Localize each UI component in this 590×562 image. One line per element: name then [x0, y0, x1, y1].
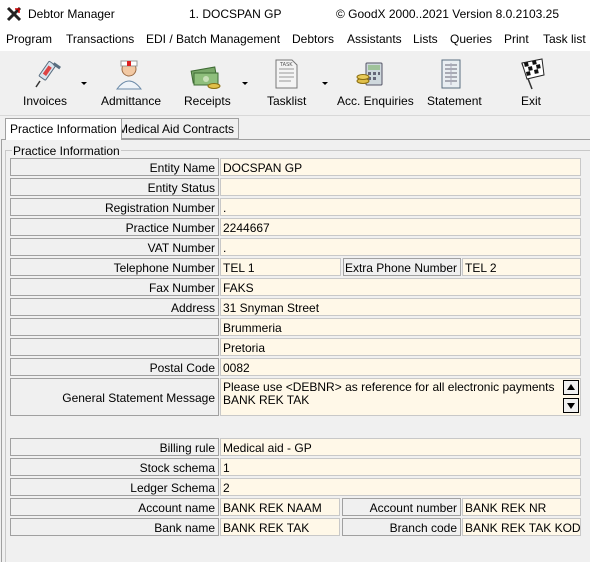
invoices-button[interactable]: Invoices [18, 51, 94, 113]
extra-phone-number-field[interactable]: TEL 2 [462, 258, 581, 276]
account-number-field[interactable]: BANK REK NR [462, 498, 581, 516]
bank-name-field[interactable]: BANK REK TAK [220, 518, 340, 536]
fax-number-field[interactable]: FAKS [220, 278, 581, 296]
statement-label: Statement [427, 94, 482, 108]
menu-program[interactable]: Program [6, 32, 52, 46]
menu-transactions[interactable]: Transactions [66, 32, 134, 46]
version-text: © GoodX 2000..2021 Version 8.0.2103.25 [335, 7, 559, 21]
tab-practice-information[interactable]: Practice Information [5, 118, 122, 140]
tasklist-button[interactable]: TASK Tasklist [265, 51, 328, 113]
registration-number-field[interactable]: . [220, 198, 581, 216]
account-name-field[interactable]: BANK REK NAAM [220, 498, 340, 516]
bank-name-label: Bank name [10, 518, 219, 536]
ledger-schema-field[interactable]: 2 [220, 478, 581, 496]
group-title: Practice Information [12, 144, 121, 158]
admittance-label: Admittance [101, 94, 162, 108]
tasklist-label: Tasklist [267, 94, 307, 108]
vat-number-label: VAT Number [10, 238, 219, 256]
app-logo-icon [6, 6, 22, 22]
receipts-button[interactable]: Receipts [180, 51, 252, 113]
exit-label: Exit [521, 94, 542, 108]
fax-number-label: Fax Number [10, 278, 219, 296]
vat-number-field[interactable]: . [220, 238, 581, 256]
invoices-label: Invoices [23, 94, 68, 108]
syringe-icon [35, 60, 61, 88]
account-number-label: Account number [342, 498, 461, 516]
app-title: Debtor Manager [28, 7, 115, 21]
telephone-number-field[interactable]: TEL 1 [220, 258, 341, 276]
acc-enquiries-button[interactable]: Acc. Enquiries [336, 51, 414, 113]
doctor-icon [115, 60, 143, 90]
practice-title: 1. DOCSPAN GP [189, 7, 282, 21]
receipts-label: Receipts [184, 94, 231, 108]
statement-document-icon [441, 59, 461, 89]
address-line1-field[interactable]: 31 Snyman Street [220, 298, 581, 316]
address-line3-label-blank [10, 338, 219, 356]
telephone-number-label: Telephone Number [10, 258, 219, 276]
menu-lists[interactable]: Lists [413, 32, 438, 46]
branch-code-label: Branch code [342, 518, 461, 536]
money-icon [190, 66, 221, 89]
general-statement-message-label: General Statement Message [10, 378, 219, 416]
receipts-dropdown-arrow-icon[interactable] [242, 82, 248, 85]
menu-assistants[interactable]: Assistants [347, 32, 402, 46]
postal-code-field[interactable]: 0082 [220, 358, 581, 376]
practice-number-field[interactable]: 2244667 [220, 218, 581, 236]
menu-bar: Program Transactions EDI / Batch Managem… [0, 28, 590, 50]
practice-number-label: Practice Number [10, 218, 219, 236]
statement-message-line2: BANK REK TAK [223, 393, 310, 407]
menu-print[interactable]: Print [504, 32, 529, 46]
admittance-button[interactable]: Admittance [98, 51, 162, 113]
entity-status-field[interactable] [220, 178, 581, 196]
address-line2-field[interactable]: Brummeria [220, 318, 581, 336]
menu-edi-batch-management[interactable]: EDI / Batch Management [146, 32, 280, 46]
branch-code-field[interactable]: BANK REK TAK KODE [462, 518, 581, 536]
stock-schema-field[interactable]: 1 [220, 458, 581, 476]
ledger-schema-label: Ledger Schema [10, 478, 219, 496]
address-line2-label-blank [10, 318, 219, 336]
general-statement-message-field[interactable]: Please use <DEBNR> as reference for all … [220, 378, 581, 416]
stock-schema-label: Stock schema [10, 458, 219, 476]
billing-rule-field[interactable]: Medical aid - GP [220, 438, 581, 456]
menu-queries[interactable]: Queries [450, 32, 492, 46]
svg-text:TASK: TASK [279, 62, 293, 68]
title-bar: Debtor Manager 1. DOCSPAN GP © GoodX 200… [0, 0, 590, 28]
postal-code-label: Postal Code [10, 358, 219, 376]
invoices-dropdown-arrow-icon[interactable] [81, 82, 87, 85]
statement-button[interactable]: Statement [423, 51, 482, 113]
address-label: Address [10, 298, 219, 316]
entity-status-label: Entity Status [10, 178, 219, 196]
tab-medical-aid-contracts[interactable]: Medical Aid Contracts [113, 118, 240, 139]
checkered-flag-icon [521, 58, 545, 90]
registration-number-label: Registration Number [10, 198, 219, 216]
extra-phone-number-label: Extra Phone Number [343, 258, 461, 276]
task-document-icon: TASK [275, 59, 298, 89]
scroll-down-arrow-icon[interactable] [563, 398, 579, 413]
entity-name-field[interactable]: DOCSPAN GP [220, 158, 581, 176]
account-name-label: Account name [10, 498, 219, 516]
tasklist-dropdown-arrow-icon[interactable] [322, 82, 328, 85]
billing-rule-label: Billing rule [10, 438, 219, 456]
calculator-money-icon [356, 62, 383, 86]
address-line3-field[interactable]: Pretoria [220, 338, 581, 356]
scroll-up-arrow-icon[interactable] [563, 380, 579, 395]
toolbar: Invoices Admittance Receipts TASK Taskli… [0, 50, 590, 116]
exit-button[interactable]: Exit [510, 51, 552, 113]
acc-enquiries-label: Acc. Enquiries [337, 94, 414, 108]
entity-name-label: Entity Name [10, 158, 219, 176]
menu-debtors[interactable]: Debtors [292, 32, 334, 46]
menu-task-list[interactable]: Task list [543, 32, 586, 46]
